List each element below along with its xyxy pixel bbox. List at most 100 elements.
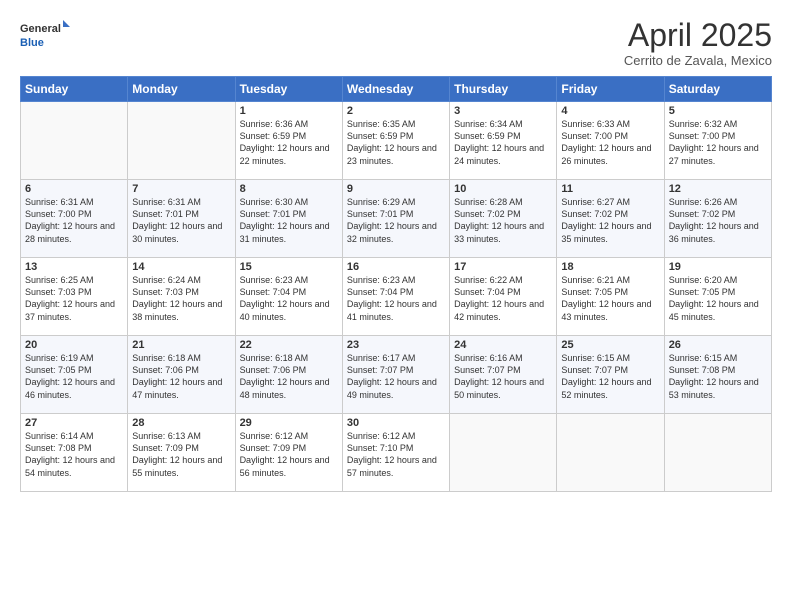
page: General Blue April 2025 Cerrito de Zaval… (0, 0, 792, 612)
day-info: Sunrise: 6:24 AMSunset: 7:03 PMDaylight:… (132, 274, 230, 323)
day-info: Sunrise: 6:16 AMSunset: 7:07 PMDaylight:… (454, 352, 552, 401)
day-info: Sunrise: 6:17 AMSunset: 7:07 PMDaylight:… (347, 352, 445, 401)
day-cell-2-4: 17Sunrise: 6:22 AMSunset: 7:04 PMDayligh… (450, 258, 557, 336)
day-cell-4-5 (557, 414, 664, 492)
day-cell-0-0 (21, 102, 128, 180)
day-info: Sunrise: 6:29 AMSunset: 7:01 PMDaylight:… (347, 196, 445, 245)
day-cell-3-6: 26Sunrise: 6:15 AMSunset: 7:08 PMDayligh… (664, 336, 771, 414)
day-info: Sunrise: 6:27 AMSunset: 7:02 PMDaylight:… (561, 196, 659, 245)
day-cell-3-0: 20Sunrise: 6:19 AMSunset: 7:05 PMDayligh… (21, 336, 128, 414)
day-info: Sunrise: 6:21 AMSunset: 7:05 PMDaylight:… (561, 274, 659, 323)
day-info: Sunrise: 6:12 AMSunset: 7:10 PMDaylight:… (347, 430, 445, 479)
day-info: Sunrise: 6:26 AMSunset: 7:02 PMDaylight:… (669, 196, 767, 245)
col-monday: Monday (128, 77, 235, 102)
day-number: 1 (240, 105, 338, 117)
day-number: 21 (132, 339, 230, 351)
day-number: 3 (454, 105, 552, 117)
day-number: 23 (347, 339, 445, 351)
day-cell-3-5: 25Sunrise: 6:15 AMSunset: 7:07 PMDayligh… (557, 336, 664, 414)
header: General Blue April 2025 Cerrito de Zaval… (20, 18, 772, 68)
day-number: 25 (561, 339, 659, 351)
day-cell-4-4 (450, 414, 557, 492)
day-number: 14 (132, 261, 230, 273)
col-tuesday: Tuesday (235, 77, 342, 102)
day-cell-0-4: 3Sunrise: 6:34 AMSunset: 6:59 PMDaylight… (450, 102, 557, 180)
day-number: 9 (347, 183, 445, 195)
day-number: 30 (347, 417, 445, 429)
day-cell-3-1: 21Sunrise: 6:18 AMSunset: 7:06 PMDayligh… (128, 336, 235, 414)
day-cell-1-2: 8Sunrise: 6:30 AMSunset: 7:01 PMDaylight… (235, 180, 342, 258)
day-cell-2-2: 15Sunrise: 6:23 AMSunset: 7:04 PMDayligh… (235, 258, 342, 336)
day-cell-2-6: 19Sunrise: 6:20 AMSunset: 7:05 PMDayligh… (664, 258, 771, 336)
day-cell-1-5: 11Sunrise: 6:27 AMSunset: 7:02 PMDayligh… (557, 180, 664, 258)
day-cell-2-5: 18Sunrise: 6:21 AMSunset: 7:05 PMDayligh… (557, 258, 664, 336)
week-row-4: 20Sunrise: 6:19 AMSunset: 7:05 PMDayligh… (21, 336, 772, 414)
day-number: 16 (347, 261, 445, 273)
col-wednesday: Wednesday (342, 77, 449, 102)
col-saturday: Saturday (664, 77, 771, 102)
calendar-table: Sunday Monday Tuesday Wednesday Thursday… (20, 76, 772, 492)
day-info: Sunrise: 6:28 AMSunset: 7:02 PMDaylight:… (454, 196, 552, 245)
day-info: Sunrise: 6:15 AMSunset: 7:08 PMDaylight:… (669, 352, 767, 401)
day-cell-4-1: 28Sunrise: 6:13 AMSunset: 7:09 PMDayligh… (128, 414, 235, 492)
day-number: 5 (669, 105, 767, 117)
day-info: Sunrise: 6:18 AMSunset: 7:06 PMDaylight:… (132, 352, 230, 401)
day-info: Sunrise: 6:35 AMSunset: 6:59 PMDaylight:… (347, 118, 445, 167)
day-number: 26 (669, 339, 767, 351)
day-info: Sunrise: 6:33 AMSunset: 7:00 PMDaylight:… (561, 118, 659, 167)
day-info: Sunrise: 6:25 AMSunset: 7:03 PMDaylight:… (25, 274, 123, 323)
week-row-2: 6Sunrise: 6:31 AMSunset: 7:00 PMDaylight… (21, 180, 772, 258)
day-number: 17 (454, 261, 552, 273)
day-number: 7 (132, 183, 230, 195)
day-cell-0-3: 2Sunrise: 6:35 AMSunset: 6:59 PMDaylight… (342, 102, 449, 180)
day-cell-4-3: 30Sunrise: 6:12 AMSunset: 7:10 PMDayligh… (342, 414, 449, 492)
day-info: Sunrise: 6:14 AMSunset: 7:08 PMDaylight:… (25, 430, 123, 479)
day-info: Sunrise: 6:31 AMSunset: 7:00 PMDaylight:… (25, 196, 123, 245)
day-info: Sunrise: 6:32 AMSunset: 7:00 PMDaylight:… (669, 118, 767, 167)
day-info: Sunrise: 6:23 AMSunset: 7:04 PMDaylight:… (347, 274, 445, 323)
day-cell-4-6 (664, 414, 771, 492)
calendar-header-row: Sunday Monday Tuesday Wednesday Thursday… (21, 77, 772, 102)
day-number: 27 (25, 417, 123, 429)
day-info: Sunrise: 6:18 AMSunset: 7:06 PMDaylight:… (240, 352, 338, 401)
day-info: Sunrise: 6:15 AMSunset: 7:07 PMDaylight:… (561, 352, 659, 401)
day-number: 24 (454, 339, 552, 351)
day-cell-1-4: 10Sunrise: 6:28 AMSunset: 7:02 PMDayligh… (450, 180, 557, 258)
svg-text:General: General (20, 23, 61, 35)
col-sunday: Sunday (21, 77, 128, 102)
day-info: Sunrise: 6:31 AMSunset: 7:01 PMDaylight:… (132, 196, 230, 245)
day-number: 29 (240, 417, 338, 429)
day-cell-1-1: 7Sunrise: 6:31 AMSunset: 7:01 PMDaylight… (128, 180, 235, 258)
logo: General Blue (20, 18, 70, 54)
week-row-3: 13Sunrise: 6:25 AMSunset: 7:03 PMDayligh… (21, 258, 772, 336)
day-cell-2-0: 13Sunrise: 6:25 AMSunset: 7:03 PMDayligh… (21, 258, 128, 336)
svg-text:Blue: Blue (20, 37, 44, 49)
day-number: 6 (25, 183, 123, 195)
day-cell-4-0: 27Sunrise: 6:14 AMSunset: 7:08 PMDayligh… (21, 414, 128, 492)
day-cell-1-0: 6Sunrise: 6:31 AMSunset: 7:00 PMDaylight… (21, 180, 128, 258)
day-cell-0-5: 4Sunrise: 6:33 AMSunset: 7:00 PMDaylight… (557, 102, 664, 180)
day-info: Sunrise: 6:23 AMSunset: 7:04 PMDaylight:… (240, 274, 338, 323)
day-number: 13 (25, 261, 123, 273)
day-number: 2 (347, 105, 445, 117)
day-number: 15 (240, 261, 338, 273)
col-thursday: Thursday (450, 77, 557, 102)
day-number: 22 (240, 339, 338, 351)
main-title: April 2025 (624, 18, 772, 53)
day-number: 11 (561, 183, 659, 195)
day-info: Sunrise: 6:12 AMSunset: 7:09 PMDaylight:… (240, 430, 338, 479)
day-info: Sunrise: 6:34 AMSunset: 6:59 PMDaylight:… (454, 118, 552, 167)
subtitle: Cerrito de Zavala, Mexico (624, 53, 772, 68)
day-cell-1-6: 12Sunrise: 6:26 AMSunset: 7:02 PMDayligh… (664, 180, 771, 258)
day-number: 8 (240, 183, 338, 195)
day-info: Sunrise: 6:22 AMSunset: 7:04 PMDaylight:… (454, 274, 552, 323)
day-cell-3-4: 24Sunrise: 6:16 AMSunset: 7:07 PMDayligh… (450, 336, 557, 414)
day-info: Sunrise: 6:36 AMSunset: 6:59 PMDaylight:… (240, 118, 338, 167)
day-cell-3-3: 23Sunrise: 6:17 AMSunset: 7:07 PMDayligh… (342, 336, 449, 414)
day-number: 28 (132, 417, 230, 429)
day-number: 18 (561, 261, 659, 273)
day-number: 4 (561, 105, 659, 117)
day-number: 10 (454, 183, 552, 195)
title-block: April 2025 Cerrito de Zavala, Mexico (624, 18, 772, 68)
day-number: 19 (669, 261, 767, 273)
